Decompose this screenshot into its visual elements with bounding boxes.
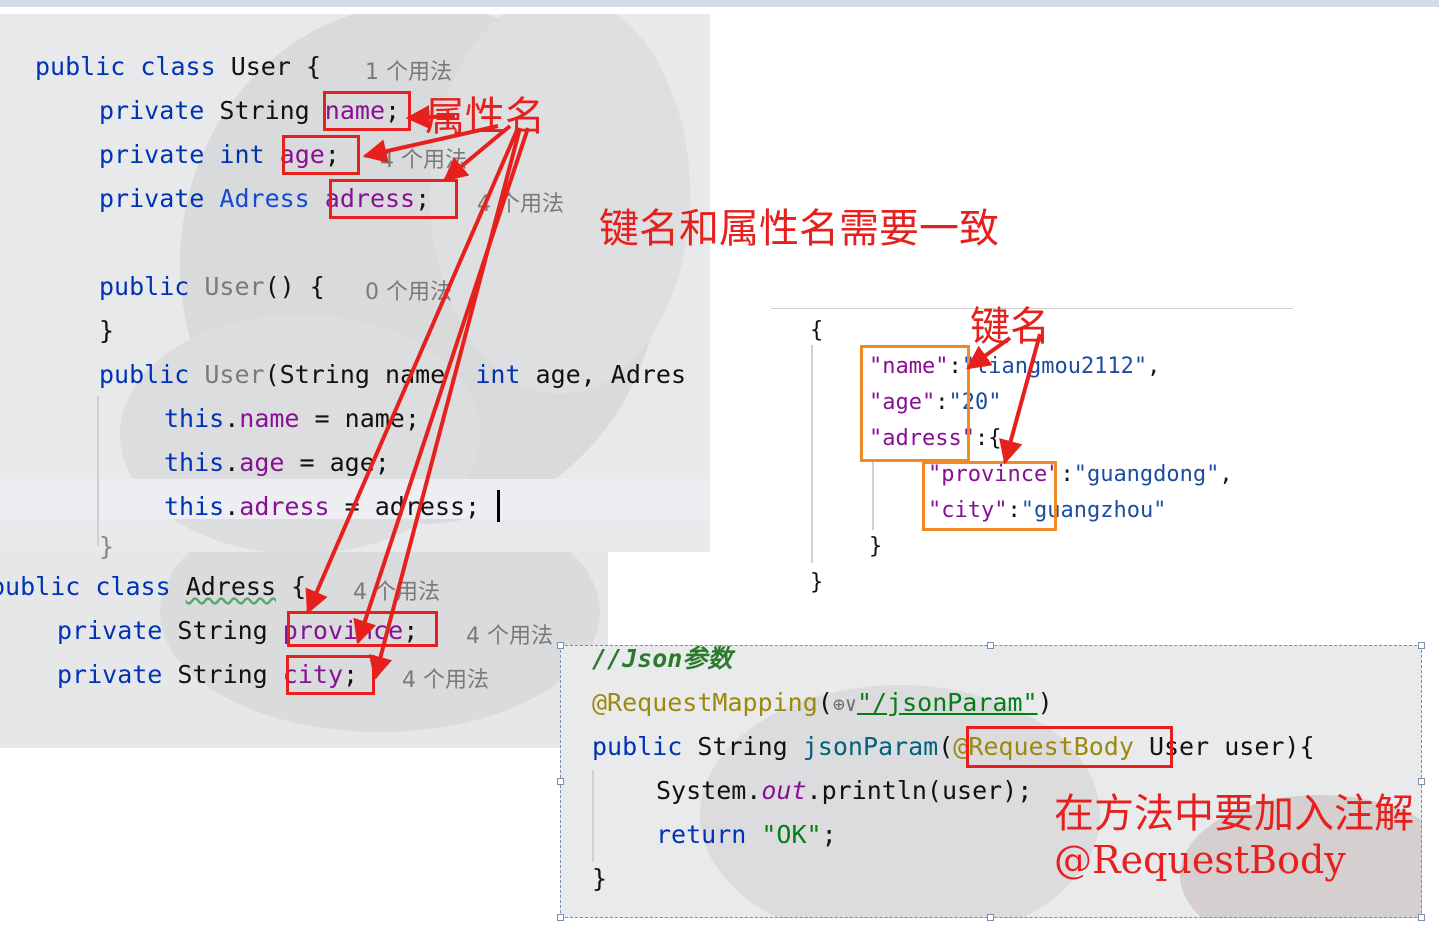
annotation-attr-name: 属性名 <box>425 94 545 140</box>
annotation-rule: 键名和属性名需要一致 <box>599 206 999 252</box>
arrow-to-json-province <box>999 333 1042 465</box>
annotation-method-anno: @RequestBody <box>1054 838 1346 882</box>
annotation-method-note: 在方法中要加入注解 <box>1054 791 1414 837</box>
annotation-key-name: 键名 <box>970 304 1050 350</box>
arrow-to-province-2 <box>353 127 530 645</box>
